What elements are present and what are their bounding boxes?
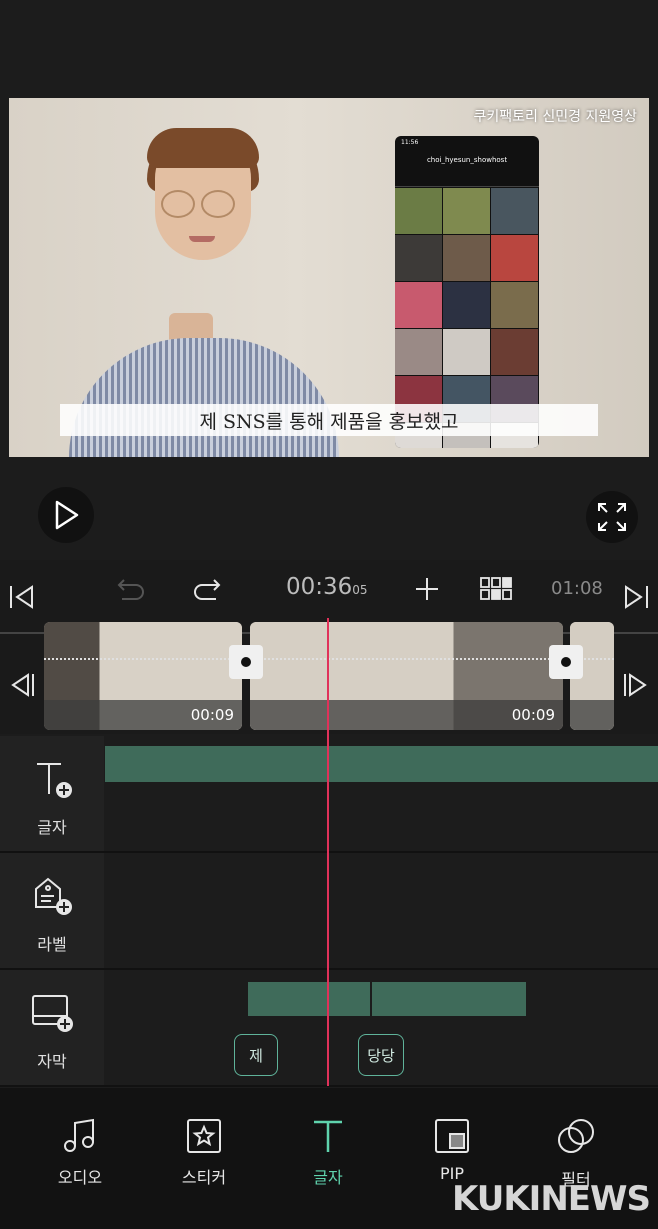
skip-to-start-icon[interactable] (8, 584, 36, 610)
glasses-left (161, 190, 195, 218)
text-track[interactable]: 글자 (0, 736, 658, 853)
current-time-main: 00:36 (286, 574, 353, 600)
label-add-icon (35, 877, 72, 915)
phone-tabs (395, 174, 539, 187)
play-icon (55, 500, 79, 530)
text-add-icon (37, 763, 72, 798)
video-timeline[interactable]: 00:09 00:09 (0, 618, 658, 734)
video-clip[interactable]: 00:09 (250, 622, 563, 730)
nav-label: 스티커 (181, 1168, 227, 1187)
phone-status-time: 11:56 (401, 139, 419, 146)
subtitle-tag-text: 당당 (367, 1046, 395, 1065)
nav-sticker[interactable]: 스티커 (144, 1118, 264, 1188)
current-time: 00:3605 (286, 574, 368, 600)
subtitle-tag[interactable]: 제 (234, 1034, 278, 1076)
undo-icon[interactable] (116, 576, 146, 602)
subtitle-overlay[interactable]: 제 SNS를 통해 제품을 홍보했고 (60, 404, 598, 436)
sticker-star-icon (187, 1119, 221, 1153)
person-mouth (189, 236, 215, 242)
watermark-text: 쿠키팩토리 신민경 지원영상 (473, 109, 637, 125)
glasses-right (201, 190, 235, 218)
person-shirt (69, 338, 339, 457)
news-logo: KUKINEWS (451, 1179, 651, 1219)
video-clip[interactable]: 00:09 (44, 622, 242, 730)
subtitle-track[interactable]: 자막 제 당당 (0, 970, 658, 1087)
subtitle-add-icon (32, 995, 73, 1032)
subtitle-item[interactable] (372, 982, 526, 1016)
current-time-frames: 05 (352, 583, 368, 597)
nav-audio[interactable]: 오디오 (20, 1118, 140, 1188)
text-track-item[interactable] (105, 746, 658, 782)
video-preview[interactable]: 11:56 choi_hyesun_showhost 쿠키팩토리 신민경 지원영… (9, 98, 649, 457)
add-text-button[interactable]: 글자 (0, 736, 104, 851)
track-label: 라벨 (37, 935, 67, 954)
layout-grid-icon[interactable] (480, 577, 512, 601)
transition-handle[interactable] (229, 645, 263, 679)
phone-screenshot: 11:56 choi_hyesun_showhost (395, 136, 539, 448)
clip-duration: 00:09 (250, 700, 563, 730)
track-label: 자막 (37, 1052, 67, 1071)
fullscreen-button[interactable] (586, 491, 638, 543)
music-note-icon (64, 1118, 94, 1152)
subtitle-tag[interactable]: 당당 (358, 1034, 404, 1076)
prev-clip-icon[interactable] (8, 672, 36, 698)
fullscreen-icon (598, 503, 626, 531)
subtitle-tag-text: 제 (249, 1046, 263, 1065)
clip-duration: 00:09 (44, 700, 242, 730)
subtitle-item[interactable] (248, 982, 370, 1016)
playhead[interactable] (327, 618, 329, 1086)
next-clip-icon[interactable] (622, 672, 650, 698)
add-subtitle-button[interactable]: 자막 (0, 970, 104, 1085)
transition-handle[interactable] (549, 645, 583, 679)
redo-icon[interactable] (192, 576, 222, 602)
phone-username: choi_hyesun_showhost (426, 156, 508, 164)
filter-icon (558, 1119, 594, 1153)
track-label: 글자 (37, 818, 67, 837)
text-icon (314, 1120, 342, 1152)
add-label-button[interactable]: 라벨 (0, 853, 104, 968)
nav-pip[interactable]: PIP (392, 1118, 512, 1183)
add-icon[interactable] (414, 576, 440, 602)
skip-to-end-icon[interactable] (622, 584, 650, 610)
audio-waveform (44, 658, 614, 662)
pip-icon (435, 1119, 469, 1153)
nav-label: 글자 (313, 1168, 343, 1187)
bottom-navigation: 오디오 스티커 글자 PIP 필터 KUKINEWS (0, 1088, 658, 1229)
total-time: 01:08 (551, 578, 603, 599)
subtitle-text: 제 SNS를 통해 제품을 홍보했고 (199, 410, 459, 433)
nav-text[interactable]: 글자 (268, 1118, 388, 1188)
play-button[interactable] (38, 487, 94, 543)
label-track[interactable]: 라벨 (0, 853, 658, 970)
nav-label: 오디오 (57, 1168, 103, 1187)
